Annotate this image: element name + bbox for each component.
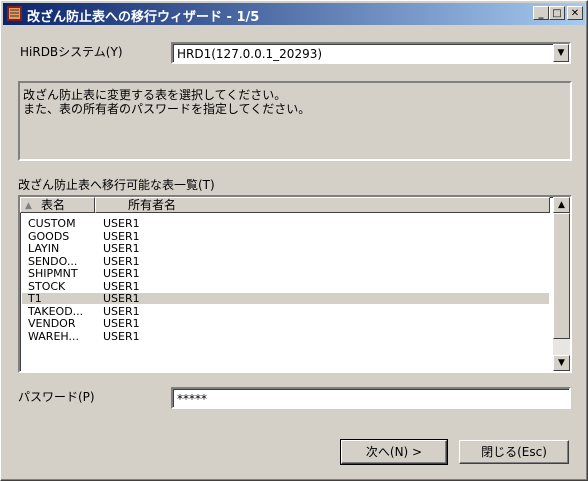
- maximize-button[interactable]: □: [549, 6, 565, 20]
- vertical-scrollbar[interactable]: ▲ ▼: [553, 197, 570, 371]
- table-name-cell: WAREH...: [28, 329, 79, 343]
- chevron-down-icon[interactable]: ▼: [553, 44, 569, 62]
- table-list-label: 改ざん防止表へ移行可能な表一覧(T): [18, 178, 215, 192]
- table-name-cell: STOCK: [28, 279, 66, 293]
- table-row[interactable]: T1 USER1: [22, 293, 549, 304]
- table-name-cell: SENDO...: [28, 254, 78, 268]
- column-header-label: 所有者名: [128, 198, 177, 212]
- table-name-cell: LAYIN: [28, 242, 60, 255]
- instruction-box: 改ざん防止表に変更する表を選択してください。 また、表の所有者のパスワードを指定…: [18, 81, 572, 161]
- table-list[interactable]: ▲ 表名 所有者名 CUSTOM USER1 GOODS USER1 LAYIN USER…: [18, 195, 572, 373]
- password-field[interactable]: *****: [171, 387, 571, 409]
- table-row[interactable]: WAREH... USER1: [22, 331, 549, 342]
- system-label: HiRDBシステム(Y): [20, 45, 123, 59]
- scroll-up-icon[interactable]: ▲: [553, 197, 570, 213]
- table-row[interactable]: SHIPMNT USER1: [22, 268, 549, 279]
- table-rows: CUSTOM USER1 GOODS USER1 LAYIN USER1 SENDO... U…: [22, 218, 550, 371]
- password-value: *****: [177, 392, 207, 406]
- window-title: 改ざん防止表への移行ウィザード - 1/5: [27, 10, 260, 25]
- instruction-line-2: また、表の所有者のパスワードを指定してください。: [23, 102, 311, 116]
- table-row[interactable]: TAKEOD... USER1: [22, 306, 549, 317]
- table-name-cell: VENDOR: [28, 317, 76, 330]
- owner-cell: USER1: [103, 267, 140, 280]
- sort-ascending-icon: ▲: [25, 201, 32, 211]
- owner-cell: USER1: [103, 329, 140, 343]
- next-button[interactable]: 次へ(N) >: [340, 439, 448, 465]
- owner-cell: USER1: [103, 317, 140, 330]
- column-header-label: 表名: [41, 198, 66, 212]
- close-window-button[interactable]: ✕: [567, 6, 583, 20]
- scroll-thumb[interactable]: [553, 213, 570, 339]
- column-header-owner[interactable]: 所有者名: [95, 197, 550, 213]
- column-header-table-name[interactable]: ▲ 表名: [20, 197, 95, 213]
- table-row[interactable]: CUSTOM USER1: [22, 218, 549, 229]
- system-combo-value: HRD1(127.0.0.1_20293): [177, 47, 323, 61]
- scroll-down-icon[interactable]: ▼: [553, 355, 570, 371]
- minimize-button[interactable]: _: [533, 6, 549, 20]
- app-icon: [7, 6, 22, 21]
- owner-cell: USER1: [103, 254, 140, 268]
- owner-cell: USER1: [103, 279, 140, 293]
- table-name-cell: CUSTOM: [28, 218, 76, 230]
- table-name-cell: T1: [28, 292, 42, 305]
- wizard-window: 改ざん防止表への移行ウィザード - 1/5 _ □ ✕ HiRDBシステム(Y)…: [0, 0, 588, 481]
- table-row[interactable]: GOODS USER1: [22, 231, 549, 242]
- title-bar[interactable]: 改ざん防止表への移行ウィザード - 1/5 _ □ ✕: [3, 3, 585, 25]
- owner-cell: USER1: [103, 304, 140, 318]
- owner-cell: USER1: [103, 242, 140, 255]
- table-row[interactable]: VENDOR USER1: [22, 318, 549, 329]
- table-row[interactable]: LAYIN USER1: [22, 243, 549, 254]
- table-row[interactable]: SENDO... USER1: [22, 256, 549, 267]
- owner-cell: USER1: [103, 292, 140, 305]
- owner-cell: USER1: [103, 229, 140, 243]
- owner-cell: USER1: [103, 218, 140, 230]
- table-name-cell: GOODS: [28, 229, 70, 243]
- close-button[interactable]: 閉じる(Esc): [459, 440, 569, 464]
- table-name-cell: SHIPMNT: [28, 267, 78, 280]
- system-combo[interactable]: HRD1(127.0.0.1_20293) ▼: [171, 42, 571, 64]
- table-name-cell: TAKEOD...: [28, 304, 84, 318]
- table-row[interactable]: STOCK USER1: [22, 281, 549, 292]
- password-label: パスワード(P): [18, 390, 95, 404]
